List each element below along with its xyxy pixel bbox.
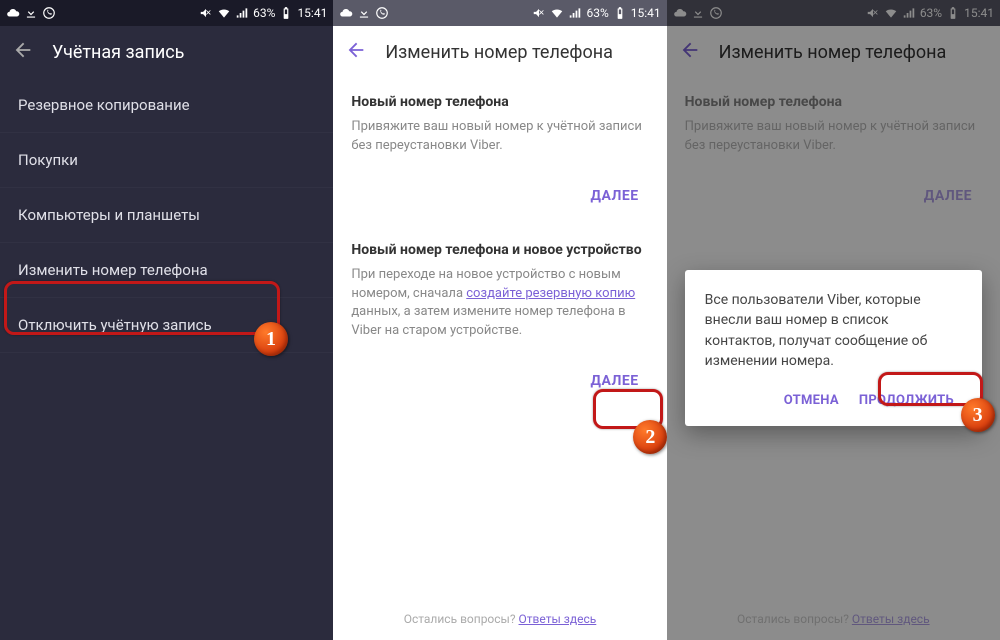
badge-2: 2 — [633, 420, 666, 454]
mute-icon — [532, 6, 546, 20]
appbar: Учётная запись — [0, 26, 333, 78]
section-title: Новый номер телефона и новое устройство — [351, 242, 648, 258]
screen-account: 63% 15:41 Учётная запись Резервное копир… — [0, 0, 333, 640]
section-desc: Привяжите ваш новый номер к учётной запи… — [351, 118, 648, 156]
wifi-icon — [550, 6, 564, 20]
signal-icon — [235, 6, 249, 20]
section-new-device: Новый номер телефона и новое устройство … — [333, 226, 666, 357]
section-desc: При переходе на новое устройство с новым… — [351, 266, 648, 341]
page-title: Учётная запись — [52, 42, 184, 63]
menu-deactivate[interactable]: Отключить учётную запись — [0, 298, 333, 353]
cancel-button[interactable]: ОТМЕНА — [776, 385, 847, 416]
menu-purchases[interactable]: Покупки — [0, 133, 333, 188]
menu-computers[interactable]: Компьютеры и планшеты — [0, 188, 333, 243]
clock: 15:41 — [297, 6, 327, 20]
battery-pct: 63% — [253, 6, 275, 20]
backup-link[interactable]: создайте резервную копию — [466, 286, 635, 301]
screen-change-number: 63% 15:41 Изменить номер телефона Новый … — [333, 0, 666, 640]
statusbar: 63% 15:41 — [0, 0, 333, 26]
action-row: ДАЛЕЕ — [333, 357, 666, 411]
footer-text: Остались вопросы? — [404, 612, 519, 626]
cloud-icon — [6, 6, 20, 20]
cloud-icon — [339, 6, 353, 20]
menu-backup[interactable]: Резервное копирование — [0, 78, 333, 133]
section-new-number: Новый номер телефона Привяжите ваш новый… — [333, 78, 666, 172]
download-icon — [24, 6, 38, 20]
menu-change-number[interactable]: Изменить номер телефона — [0, 243, 333, 298]
wifi-icon — [217, 6, 231, 20]
action-row: ДАЛЕЕ — [333, 172, 666, 226]
battery-icon — [613, 6, 627, 20]
continue-button[interactable]: ПРОДОЛЖИТЬ — [851, 385, 962, 416]
next-button-1[interactable]: ДАЛЕЕ — [580, 180, 648, 212]
signal-icon — [568, 6, 582, 20]
battery-icon — [279, 6, 293, 20]
appbar: Изменить номер телефона — [333, 26, 666, 78]
mute-icon — [199, 6, 213, 20]
section-title: Новый номер телефона — [351, 94, 648, 110]
download-icon — [357, 6, 371, 20]
statusbar: 63% 15:41 — [333, 0, 666, 26]
desc-b: данных, а затем измените номер телефона … — [351, 304, 625, 338]
dialog-text: Все пользователи Viber, которые внесли в… — [705, 290, 962, 371]
back-icon[interactable] — [12, 39, 34, 65]
footer-link[interactable]: Ответы здесь — [519, 612, 597, 626]
footer-help: Остались вопросы? Ответы здесь — [333, 612, 666, 626]
screen-dialog: 63% 15:41 Изменить номер телефона Новый … — [667, 0, 1000, 640]
confirm-dialog: Все пользователи Viber, которые внесли в… — [685, 270, 982, 426]
battery-pct: 63% — [586, 6, 608, 20]
next-button-2[interactable]: ДАЛЕЕ — [580, 365, 648, 397]
back-icon[interactable] — [345, 39, 367, 65]
clock: 15:41 — [631, 6, 661, 20]
viber-icon — [42, 6, 56, 20]
viber-icon — [375, 6, 389, 20]
page-title: Изменить номер телефона — [385, 42, 613, 63]
dialog-actions: ОТМЕНА ПРОДОЛЖИТЬ — [705, 385, 962, 416]
